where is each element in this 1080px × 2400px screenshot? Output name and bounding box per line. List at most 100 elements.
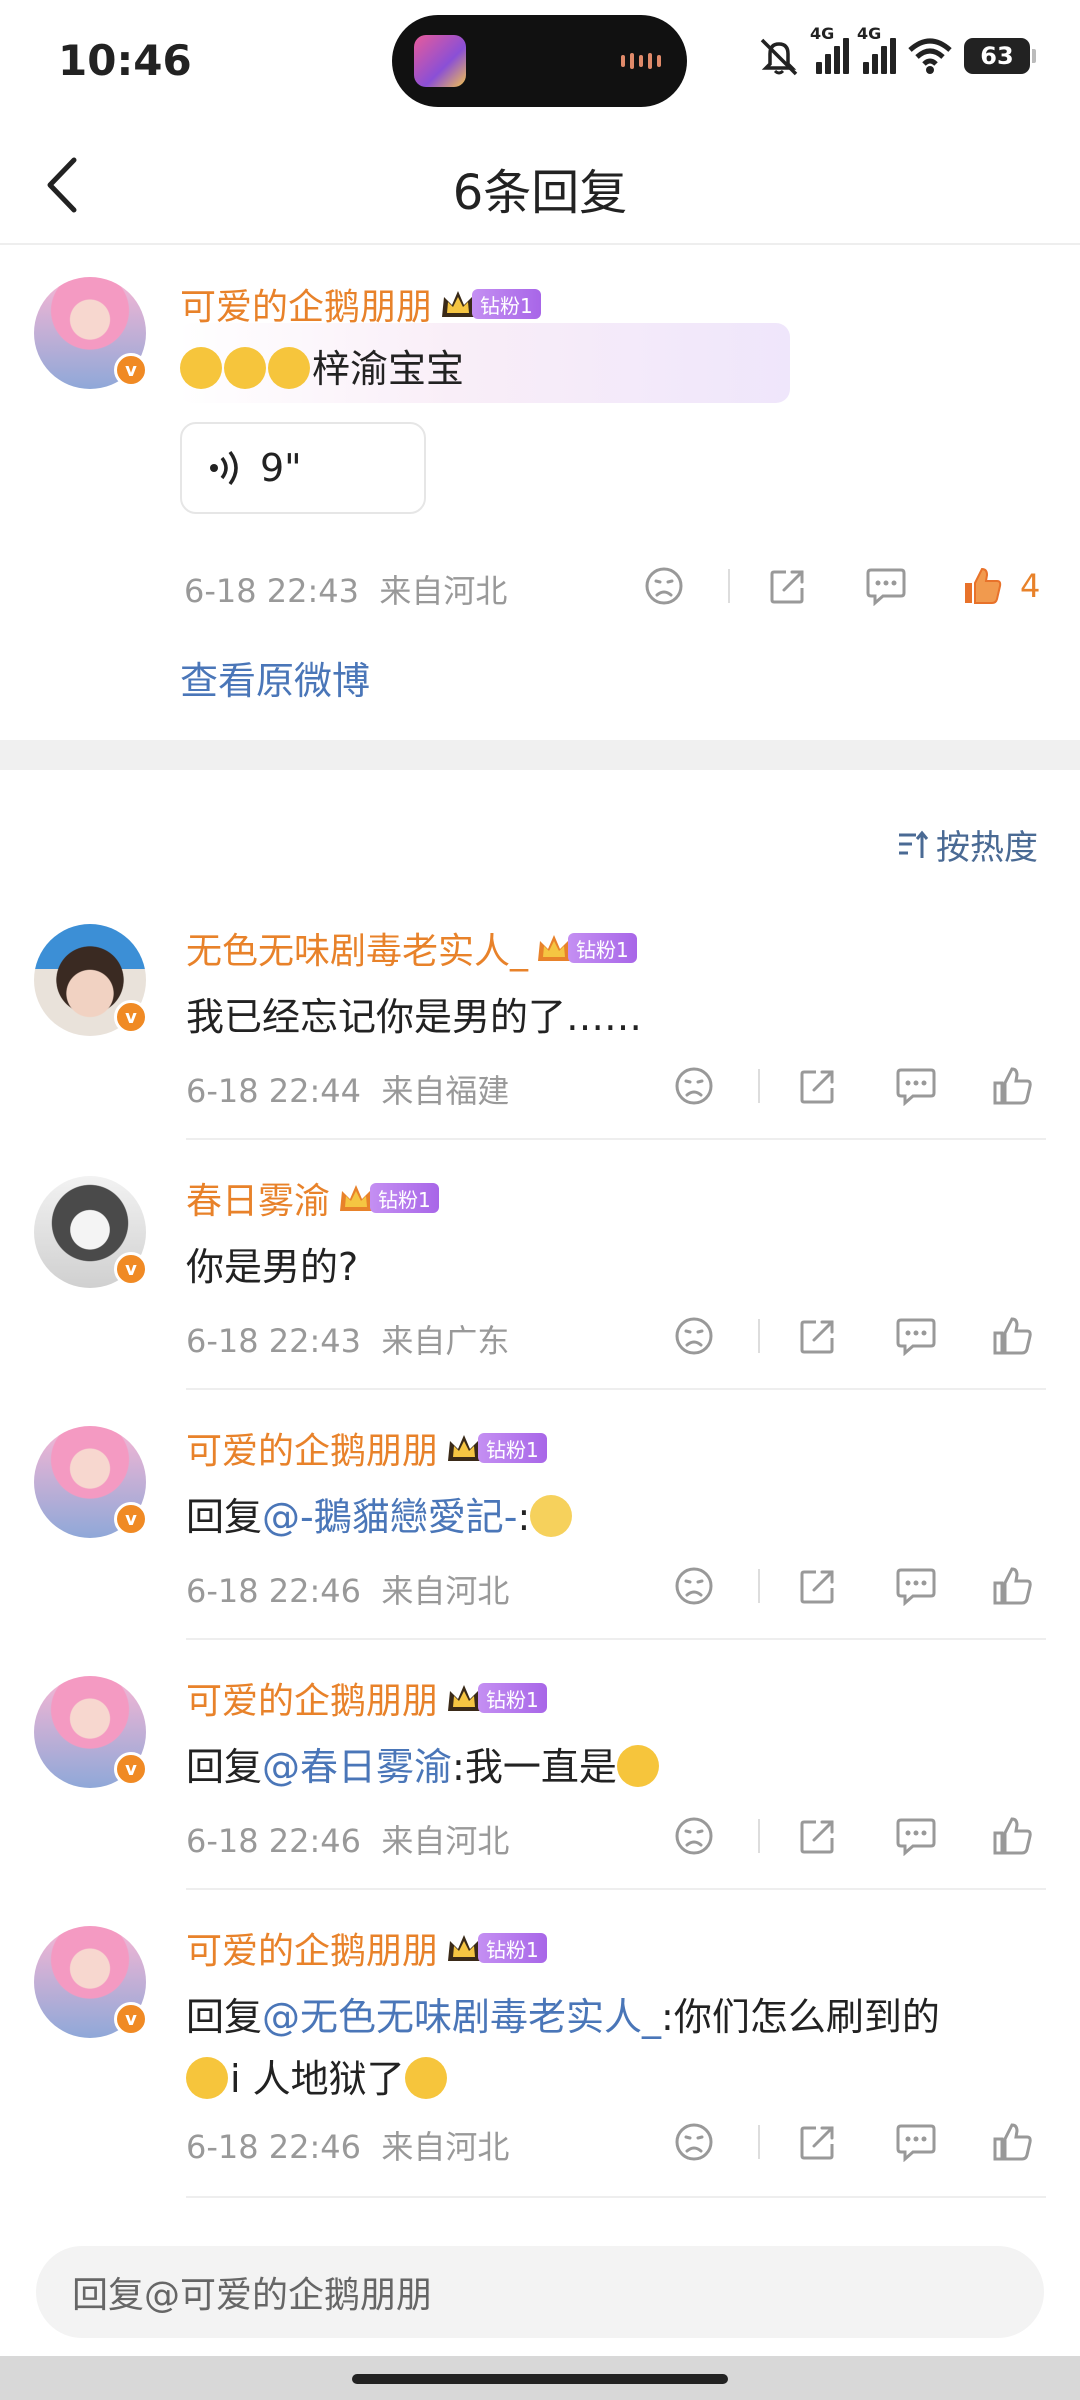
thinking-emoji-icon <box>186 2057 228 2099</box>
location: 来自河北 <box>381 1572 510 1610</box>
timestamp: 6-18 22:46 <box>186 1822 362 1860</box>
share-icon <box>800 1570 834 1604</box>
comment-text: 梓渝宝宝 <box>180 338 464 393</box>
voice-message[interactable]: 9" <box>180 422 426 514</box>
share-icon <box>800 1320 834 1354</box>
reply-text-line2: i 人地狱了 <box>186 2048 449 2103</box>
view-original-link[interactable]: 查看原微博 <box>180 650 370 705</box>
share-button[interactable] <box>764 562 812 610</box>
verified-icon: v <box>114 1000 148 1034</box>
wifi-icon <box>908 38 952 74</box>
laughing-emoji-icon <box>224 347 266 389</box>
laughing-emoji-icon <box>180 347 222 389</box>
laughing-emoji-icon <box>268 347 310 389</box>
nav-bar: 6条回复 <box>0 125 1080 245</box>
thumbs-up-icon <box>993 1317 1032 1355</box>
frown-icon <box>675 2123 713 2161</box>
username[interactable]: 可爱的企鹅朋朋 <box>186 1922 438 1974</box>
signal-icon-1: 4G <box>810 24 849 74</box>
mention-link[interactable]: @-鵝貓戀愛記- <box>262 1495 517 1539</box>
comment-meta: 6-18 22:46 来自河北 <box>186 1566 509 1612</box>
comment-meta: 6-18 22:43 来自河北 <box>184 566 507 612</box>
comment-button[interactable] <box>892 1562 940 1610</box>
share-button[interactable] <box>794 1062 842 1110</box>
app-icon <box>414 35 466 87</box>
status-icons: 4G 4G 63 <box>756 24 1036 76</box>
verified-icon: v <box>114 1502 148 1536</box>
avatar[interactable]: v <box>34 277 148 389</box>
avatar[interactable]: v <box>34 1426 148 1538</box>
verified-icon: v <box>114 2002 148 2036</box>
fan-badge: 钻粉1 <box>478 1933 547 1963</box>
fan-badge: 钻粉1 <box>370 1183 439 1213</box>
avatar[interactable]: v <box>34 1926 148 2038</box>
status-time: 10:46 <box>58 36 192 85</box>
timestamp: 6-18 22:44 <box>186 1072 362 1110</box>
location: 来自福建 <box>381 1072 510 1110</box>
comment-button[interactable] <box>892 1312 940 1360</box>
dislike-button[interactable] <box>670 1812 718 1860</box>
username[interactable]: 可爱的企鹅朋朋 <box>186 1672 438 1724</box>
timestamp: 6-18 22:43 <box>186 1322 362 1360</box>
dislike-button[interactable] <box>670 1562 718 1610</box>
reply-text: 回复@-鵝貓戀愛記-: <box>186 1486 574 1541</box>
home-indicator[interactable] <box>352 2374 728 2384</box>
share-button[interactable] <box>794 1312 842 1360</box>
comment-button[interactable] <box>892 1812 940 1860</box>
comment-button[interactable] <box>892 1062 940 1110</box>
comment-icon <box>896 2124 936 2162</box>
avatar[interactable]: v <box>34 1176 148 1288</box>
username[interactable]: 可爱的企鹅朋朋 <box>186 1422 438 1474</box>
like-button[interactable] <box>958 562 1006 610</box>
mention-link[interactable]: @春日雾渝 <box>262 1745 452 1789</box>
thumbs-up-icon <box>965 567 1002 604</box>
dislike-button[interactable] <box>670 1062 718 1110</box>
comment-meta: 6-18 22:44 来自福建 <box>186 1066 509 1112</box>
fan-badge: 钻粉1 <box>568 933 637 963</box>
thumbs-up-icon <box>993 1817 1032 1855</box>
avatar[interactable]: v <box>34 1676 148 1788</box>
reply-input[interactable]: 回复@可爱的企鹅朋朋 <box>36 2246 1044 2338</box>
sort-toggle[interactable]: 按热度 <box>896 820 1038 869</box>
timestamp: 6-18 22:46 <box>186 1572 362 1610</box>
dislike-button[interactable] <box>640 562 688 610</box>
glasses-emoji-icon <box>530 1495 573 1537</box>
sort-icon <box>899 830 929 858</box>
mention-link[interactable]: @无色无味剧毒老实人_ <box>262 1995 661 2039</box>
share-icon <box>800 2126 834 2160</box>
verified-icon: v <box>114 1252 148 1286</box>
dynamic-island[interactable] <box>392 15 687 107</box>
audio-wave-icon <box>621 53 661 69</box>
location: 来自河北 <box>381 1822 510 1860</box>
reply-text: 你是男的? <box>186 1245 359 1289</box>
avatar[interactable]: v <box>34 924 148 1036</box>
frown-icon <box>645 567 683 605</box>
dislike-button[interactable] <box>670 2118 718 2166</box>
share-button[interactable] <box>794 2118 842 2166</box>
like-button[interactable] <box>988 1312 1036 1360</box>
thumbs-up-icon <box>993 1067 1032 1105</box>
like-button[interactable] <box>988 1562 1036 1610</box>
username[interactable]: 无色无味剧毒老实人_ <box>186 922 528 974</box>
verified-icon: v <box>114 353 148 387</box>
share-button[interactable] <box>794 1562 842 1610</box>
like-button[interactable] <box>988 1062 1036 1110</box>
frown-icon <box>675 1817 713 1855</box>
share-button[interactable] <box>794 1812 842 1860</box>
share-icon <box>800 1820 834 1854</box>
timestamp: 6-18 22:43 <box>184 572 360 610</box>
mute-icon <box>760 38 798 76</box>
username[interactable]: 春日雾渝 <box>186 1172 330 1224</box>
thumbs-up-icon <box>993 2123 1032 2161</box>
comment-button[interactable] <box>892 2118 940 2166</box>
share-icon <box>800 1070 834 1104</box>
comment-button[interactable] <box>862 562 910 610</box>
like-button[interactable] <box>988 2118 1036 2166</box>
fan-badge: 钻粉1 <box>478 1683 547 1713</box>
frown-icon <box>675 1317 713 1355</box>
frown-icon <box>675 1567 713 1605</box>
comment-meta: 6-18 22:46 来自河北 <box>186 1816 509 1862</box>
location: 来自广东 <box>381 1322 510 1360</box>
dislike-button[interactable] <box>670 1312 718 1360</box>
like-button[interactable] <box>988 1812 1036 1860</box>
